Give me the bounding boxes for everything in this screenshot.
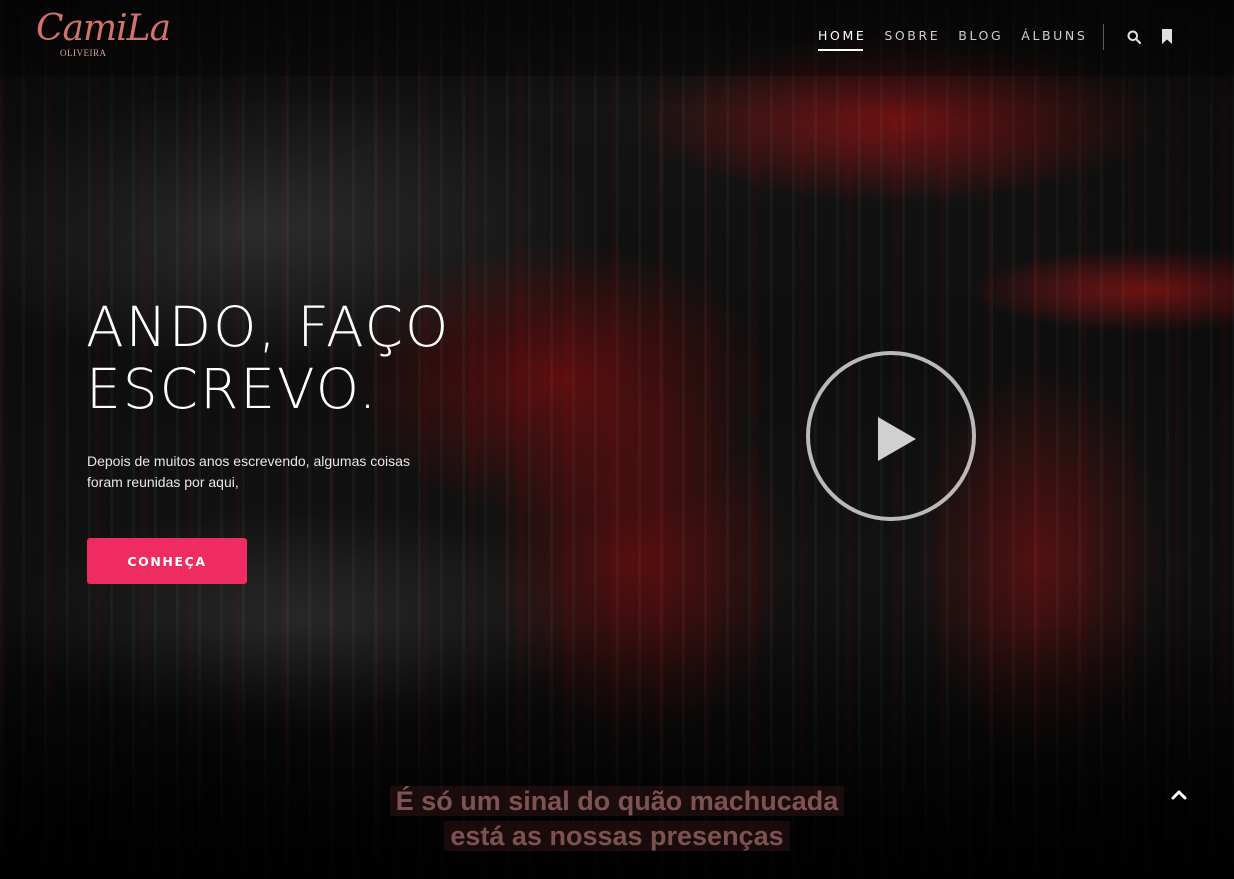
nav-item-albuns[interactable]: ÁLBUNS: [1021, 28, 1087, 49]
background-texture: [0, 0, 1234, 879]
hero-title-line-1: ANDO, FAÇO: [86, 295, 451, 359]
video-caption: É só um sinal do quão machucada está as …: [0, 784, 1234, 854]
nav-divider: [1103, 24, 1104, 50]
nav-item-blog[interactable]: BLOG: [958, 28, 1003, 49]
nav-item-home[interactable]: HOME: [818, 28, 866, 51]
caption-line-2: está as nossas presenças: [444, 821, 790, 851]
hero-title-line-2: ESCREVO.: [86, 357, 379, 421]
logo-subtitle: OLIVEIRA: [60, 48, 107, 58]
main-nav: HOME SOBRE BLOG ÁLBUNS: [818, 28, 1105, 51]
nav-item-sobre[interactable]: SOBRE: [884, 28, 940, 49]
play-icon: [878, 417, 916, 461]
logo-script: CamiLa: [36, 8, 171, 49]
search-icon[interactable]: [1127, 30, 1141, 44]
hero-section: CamiLa OLIVEIRA HOME SOBRE BLOG ÁLBUNS A…: [0, 0, 1234, 879]
bookmark-icon[interactable]: [1161, 29, 1173, 44]
caption-line-1: É só um sinal do quão machucada: [389, 786, 845, 816]
site-logo[interactable]: CamiLa OLIVEIRA: [34, 8, 171, 66]
hero-title: ANDO, FAÇO ESCREVO.: [86, 296, 566, 420]
background-vignette: [0, 0, 1234, 879]
chevron-up-icon[interactable]: [1166, 784, 1192, 806]
site-header: CamiLa OLIVEIRA HOME SOBRE BLOG ÁLBUNS: [0, 0, 1234, 76]
hero-lead: Depois de muitos anos escrevendo, alguma…: [87, 453, 410, 490]
conheca-button[interactable]: CONHEÇA: [87, 538, 247, 584]
play-video-button[interactable]: [806, 351, 976, 521]
